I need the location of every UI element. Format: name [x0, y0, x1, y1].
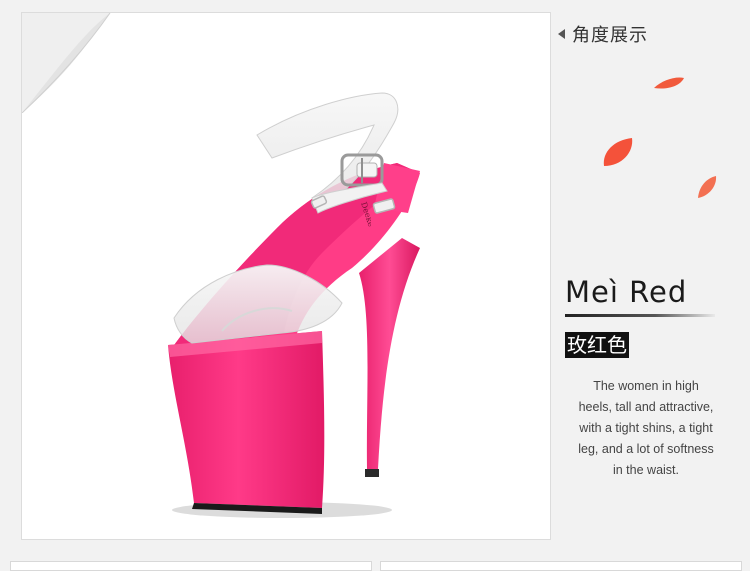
svg-text:Deeke: Deeke [359, 201, 371, 228]
petal-icon [603, 138, 633, 166]
color-name-chinese: 玫红色 [565, 332, 629, 358]
color-name-english: Meì Red [565, 275, 688, 309]
next-section-card-right [380, 561, 742, 571]
product-description: The women in high heels, tall and attrac… [578, 379, 714, 477]
petal-icon [654, 77, 684, 89]
divider [565, 314, 715, 317]
product-info-panel: 角度展示 Meì Red 玫红色 The women in high heels… [552, 0, 750, 540]
angle-display-label: 角度展示 [558, 21, 648, 47]
petal-icon [698, 176, 717, 198]
angle-display-text: 角度展示 [572, 25, 648, 46]
next-section-card-left [10, 561, 372, 571]
platform-sandal-image [168, 92, 420, 518]
insole-logo: Deeke [359, 201, 371, 228]
triangle-left-icon [558, 29, 565, 39]
product-photo-frame: Deeke [21, 12, 551, 540]
